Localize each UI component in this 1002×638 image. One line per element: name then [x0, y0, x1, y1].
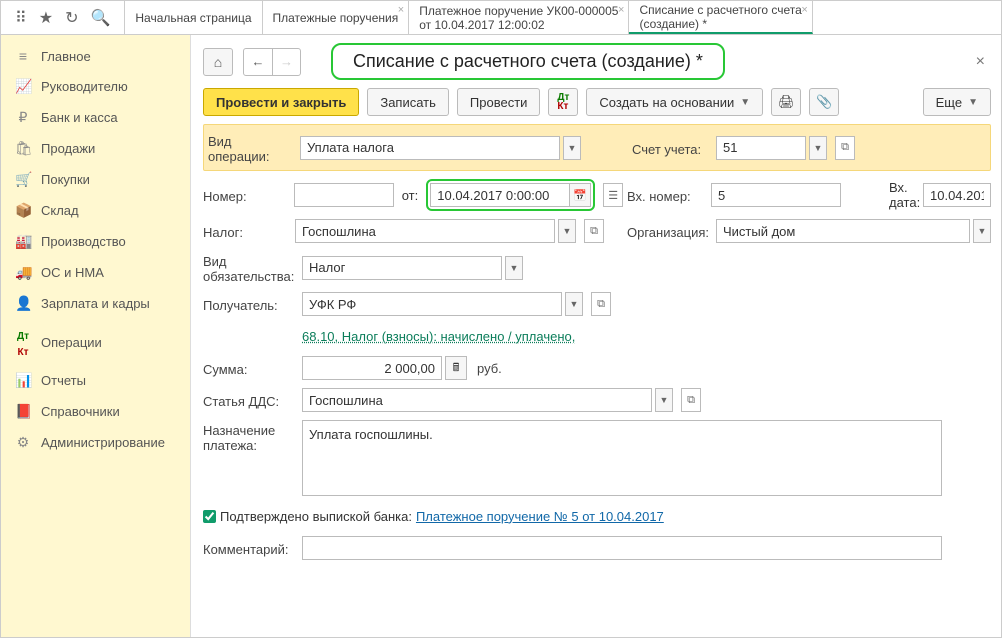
number-label: Номер:: [203, 186, 290, 204]
person-icon: 👤: [15, 295, 31, 312]
chart-icon: 📈: [15, 78, 31, 95]
home-button[interactable]: ⌂: [203, 48, 233, 76]
tab-payments[interactable]: Платежные поручения ×: [263, 1, 410, 34]
search-icon[interactable]: 🔍: [90, 8, 110, 28]
tab-payment-order[interactable]: Платежное поручение УК00-000005 от 10.04…: [409, 1, 629, 34]
sidebar-item-warehouse[interactable]: 📦Склад: [1, 195, 190, 226]
in-date-input[interactable]: [923, 183, 991, 207]
open-icon[interactable]: ⧉: [681, 388, 701, 412]
recipient-label: Получатель:: [203, 295, 298, 313]
sidebar-item-sales[interactable]: 🛍Продажи: [1, 133, 190, 164]
sidebar: ≡Главное 📈Руководителю ₽Банк и касса 🛍Пр…: [1, 35, 191, 637]
truck-icon: 🚚: [15, 264, 31, 281]
org-label: Организация:: [627, 222, 712, 240]
cart-icon: 🛒: [15, 171, 31, 188]
sidebar-item-operations[interactable]: ДтКтОперации: [1, 319, 190, 365]
calendar-icon[interactable]: 📅: [569, 183, 591, 207]
gear-icon: ⚙: [15, 434, 31, 451]
sidebar-item-admin[interactable]: ⚙Администрирование: [1, 427, 190, 458]
bag-icon: 🛍: [15, 140, 31, 157]
sidebar-item-main[interactable]: ≡Главное: [1, 41, 190, 71]
dropdown-icon[interactable]: ▼: [809, 136, 827, 160]
recipient-field[interactable]: УФК РФ: [302, 292, 562, 316]
dds-label: Статья ДДС:: [203, 391, 298, 409]
dropdown-icon[interactable]: ▼: [973, 219, 991, 243]
comment-input[interactable]: [302, 536, 942, 560]
sidebar-item-catalogs[interactable]: 📕Справочники: [1, 396, 190, 427]
purpose-textarea[interactable]: Уплата госпошлины.: [302, 420, 942, 496]
open-icon[interactable]: ⧉: [584, 219, 604, 243]
ruble-icon: ₽: [15, 109, 31, 126]
dtkt-icon: ДтКт: [15, 326, 31, 358]
tab-writeoff[interactable]: Списание с расчетного счета (создание) *…: [629, 1, 812, 34]
close-icon[interactable]: ×: [618, 4, 624, 16]
date-field[interactable]: 10.04.2017 0:00:00: [430, 183, 570, 207]
dropdown-icon[interactable]: ▼: [505, 256, 523, 280]
bars-icon: 📊: [15, 372, 31, 389]
tax-field[interactable]: Госпошлина: [295, 219, 555, 243]
confirm-link[interactable]: Платежное поручение № 5 от 10.04.2017: [416, 509, 664, 524]
apps-icon[interactable]: ⠿: [15, 8, 27, 28]
sidebar-item-purchases[interactable]: 🛒Покупки: [1, 164, 190, 195]
back-button[interactable]: ←: [244, 49, 272, 75]
open-icon[interactable]: ⧉: [835, 136, 855, 160]
tab-home[interactable]: Начальная страница: [125, 1, 262, 34]
from-label: от:: [402, 188, 419, 203]
history-icon[interactable]: ↻: [65, 8, 78, 28]
dropdown-icon[interactable]: ▼: [558, 219, 576, 243]
forward-button[interactable]: →: [272, 49, 300, 75]
in-number-label: Вх. номер:: [627, 186, 707, 204]
print-button[interactable]: 🖨: [771, 88, 801, 116]
account-field[interactable]: 51: [716, 136, 806, 160]
sidebar-item-reports[interactable]: 📊Отчеты: [1, 365, 190, 396]
number-input[interactable]: [294, 183, 394, 207]
tax-account-link[interactable]: 68.10, Налог (взносы): начислено / уплач…: [302, 329, 575, 344]
purpose-label: Назначение платежа:: [203, 420, 298, 453]
sidebar-item-production[interactable]: 🏭Производство: [1, 226, 190, 257]
create-based-button[interactable]: Создать на основании▼: [586, 88, 763, 116]
open-icon[interactable]: ⧉: [591, 292, 611, 316]
post-button[interactable]: Провести: [457, 88, 541, 116]
close-icon[interactable]: ×: [801, 4, 807, 16]
comment-label: Комментарий:: [203, 539, 298, 557]
close-icon[interactable]: ×: [398, 4, 404, 16]
liab-type-field[interactable]: Налог: [302, 256, 502, 280]
account-label: Счет учета:: [632, 139, 712, 157]
page-title: Списание с расчетного счета (создание) *: [331, 43, 725, 80]
sidebar-item-hr[interactable]: 👤Зарплата и кадры: [1, 288, 190, 319]
sum-label: Сумма:: [203, 359, 298, 377]
org-field[interactable]: Чистый дом: [716, 219, 970, 243]
sum-field[interactable]: 2 000,00: [302, 356, 442, 380]
attach-button[interactable]: 📎: [809, 88, 839, 116]
write-button[interactable]: Записать: [367, 88, 449, 116]
rub-label: руб.: [477, 361, 502, 376]
confirmed-checkbox[interactable]: Подтверждено выпиской банка:: [203, 509, 412, 524]
tax-label: Налог:: [203, 222, 291, 240]
dropdown-icon[interactable]: ▼: [565, 292, 583, 316]
star-icon[interactable]: ★: [39, 8, 53, 28]
op-type-field[interactable]: Уплата налога: [300, 136, 560, 160]
op-type-label: Вид операции:: [208, 131, 296, 164]
book-icon: 📕: [15, 403, 31, 420]
post-and-close-button[interactable]: Провести и закрыть: [203, 88, 359, 116]
liab-type-label: Вид обязательства:: [203, 251, 298, 284]
box-icon: 📦: [15, 202, 31, 219]
in-date-label: Вх. дата:: [889, 180, 919, 210]
dropdown-icon[interactable]: ▼: [563, 136, 581, 160]
calculator-icon[interactable]: 🖩: [445, 356, 467, 380]
sidebar-item-manager[interactable]: 📈Руководителю: [1, 71, 190, 102]
menu-icon: ≡: [15, 48, 31, 64]
dds-field[interactable]: Госпошлина: [302, 388, 652, 412]
sidebar-item-bank[interactable]: ₽Банк и касса: [1, 102, 190, 133]
close-page-button[interactable]: ×: [970, 53, 991, 71]
sidebar-item-assets[interactable]: 🚚ОС и НМА: [1, 257, 190, 288]
dropdown-icon[interactable]: ▼: [655, 388, 673, 412]
dtkt-button[interactable]: ДтКт: [548, 88, 578, 116]
factory-icon: 🏭: [15, 233, 31, 250]
more-button[interactable]: Еще▼: [923, 88, 991, 116]
list-icon[interactable]: ☰: [603, 183, 623, 207]
in-number-input[interactable]: [711, 183, 841, 207]
